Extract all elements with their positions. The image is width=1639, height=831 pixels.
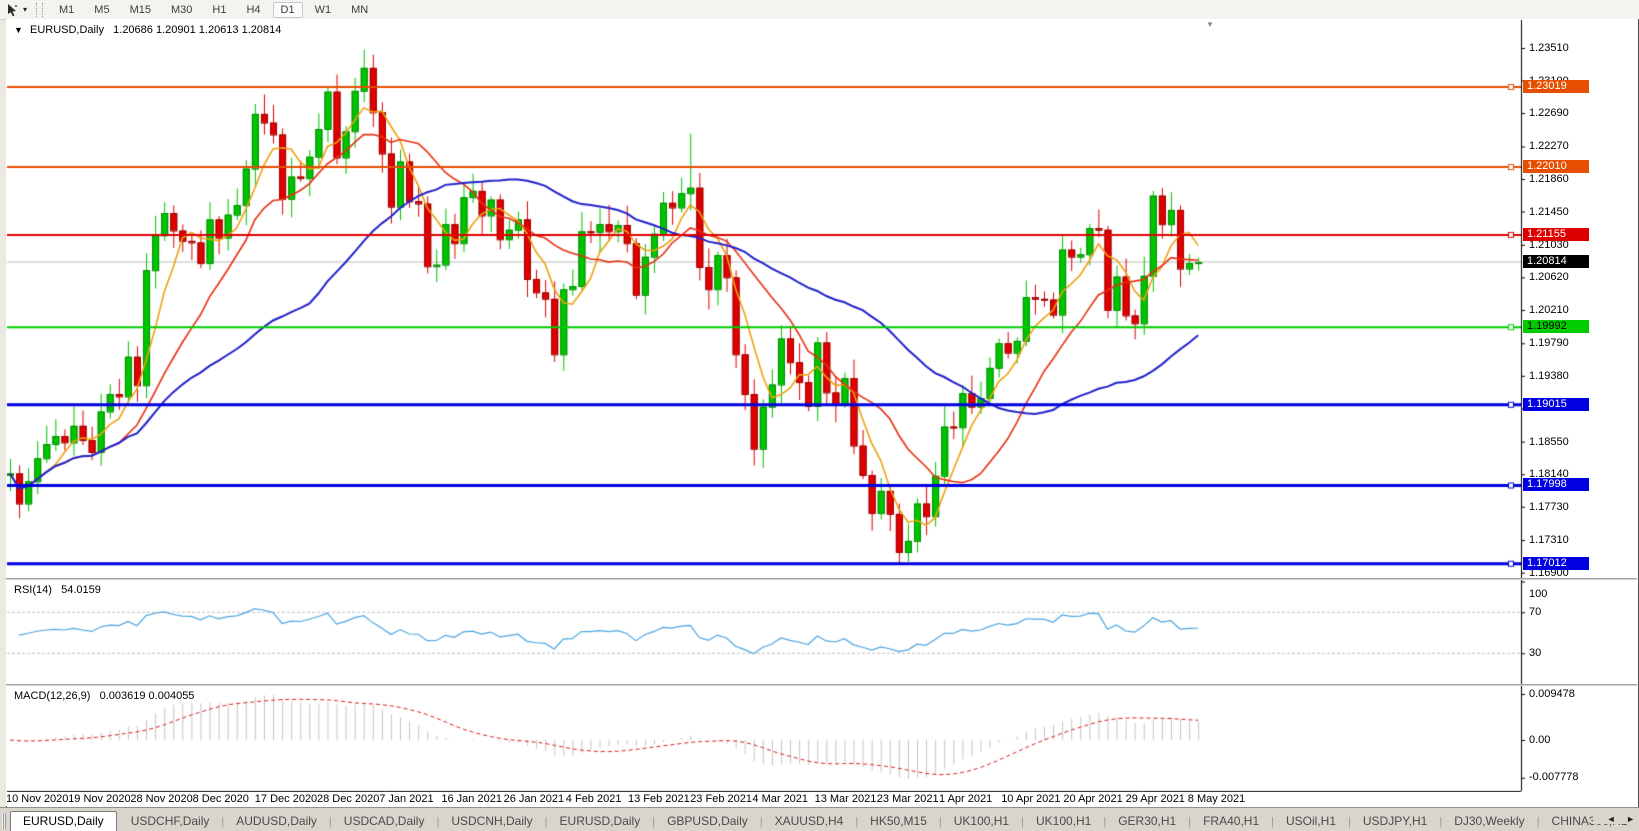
chart-ohlc-values: 1.20686 1.20901 1.20613 1.20814 [113, 24, 281, 36]
symbol-tab-uk100-h1[interactable]: UK100,H1 [942, 812, 1021, 831]
macd-pane-label: MACD(12,26,9) 0.003619 0.004055 [14, 690, 194, 702]
price-level-tag-1.19015: 1.19015 [1523, 398, 1589, 411]
date-axis-label: 16 Jan 2021 [441, 793, 502, 805]
symbol-tab-uk100-h1[interactable]: UK100,H1 [1024, 812, 1103, 831]
rsi-axis-label: 30 [1529, 647, 1541, 659]
symbol-tab-hk50-m15[interactable]: HK50,M15 [858, 812, 939, 831]
date-axis-label: 26 Jan 2021 [504, 793, 565, 805]
price-tick-label: 1.21450 [1529, 206, 1569, 218]
symbol-tab-usdjpy-h1[interactable]: USDJPY,H1 [1351, 812, 1439, 831]
macd-indicator-values: 0.003619 0.004055 [100, 690, 195, 702]
price-tick-label: 1.21860 [1529, 173, 1569, 185]
tab-scroll-right-icon[interactable]: ► [1626, 814, 1635, 824]
rsi-axis-label: 100 [1529, 588, 1547, 600]
timeframe-button-h1[interactable]: H1 [204, 2, 234, 18]
price-tick-label: 1.19790 [1529, 337, 1569, 349]
price-level-tag-1.19992: 1.19992 [1523, 320, 1589, 333]
rsi-axis-label: 70 [1529, 606, 1541, 618]
date-axis-label: 1 Apr 2021 [939, 793, 992, 805]
date-axis-label: 4 Mar 2021 [752, 793, 808, 805]
price-tick-label: 1.22270 [1529, 140, 1569, 152]
collapse-chart-icon[interactable]: ▼ [14, 25, 23, 35]
timeframe-button-w1[interactable]: W1 [307, 2, 340, 18]
symbol-tab-eurusd-daily[interactable]: EURUSD,Daily [10, 811, 117, 831]
macd-axis-zero: 0.00 [1529, 734, 1550, 746]
symbol-tab-xauusd-h4[interactable]: XAUUSD,H4 [763, 812, 856, 831]
top-toolbar: ▾ M1M5 M15M30H1H4 D1W1MN [0, 0, 1639, 20]
date-axis-label: 17 Dec 2020 [255, 793, 317, 805]
rsi-indicator-name: RSI(14) [14, 584, 52, 596]
tab-scroll-buttons: ◄ ► [1593, 814, 1635, 824]
date-axis-label: 28 Nov 2020 [130, 793, 192, 805]
chart-canvas[interactable] [6, 19, 1638, 793]
price-tick-label: 1.20210 [1529, 304, 1569, 316]
date-axis-label: 23 Mar 2021 [877, 793, 939, 805]
rsi-indicator-value: 54.0159 [61, 584, 101, 596]
timeframe-button-h4[interactable]: H4 [238, 2, 268, 18]
symbol-tab-dj30-weekly[interactable]: DJ30,Weekly [1442, 812, 1536, 831]
date-axis-label: 23 Feb 2021 [690, 793, 752, 805]
date-axis-label: 10 Nov 2020 [6, 793, 68, 805]
tabbar-grip [2, 813, 6, 829]
date-axis-label: 4 Feb 2021 [566, 793, 622, 805]
toolbar-grip [36, 3, 43, 17]
symbol-tab-usoil-h1[interactable]: USOil,H1 [1274, 812, 1348, 831]
price-tick-label: 1.23510 [1529, 42, 1569, 54]
timeframe-button-m30[interactable]: M30 [163, 2, 200, 18]
date-axis-label: 8 May 2021 [1188, 793, 1245, 805]
macd-axis-min: -0.007778 [1529, 771, 1579, 783]
timeframe-button-m15[interactable]: M15 [122, 2, 159, 18]
price-level-tag-1.23019: 1.23019 [1523, 80, 1589, 93]
date-axis-label: 10 Apr 2021 [1001, 793, 1060, 805]
chart-cursor-icon[interactable] [4, 2, 22, 17]
date-axis-label: 28 Dec 2020 [317, 793, 379, 805]
timeframe-button-d1[interactable]: D1 [273, 2, 303, 18]
price-level-tag-1.17998: 1.17998 [1523, 478, 1589, 491]
pane-splitter-macd[interactable] [6, 684, 1637, 686]
date-axis-label: 20 Apr 2021 [1063, 793, 1122, 805]
price-tick-label: 1.17730 [1529, 501, 1569, 513]
chart-tabs: EURUSD,DailyUSDCHF,Daily|AUDUSD,Daily|US… [8, 811, 1639, 831]
rsi-pane-label: RSI(14) 54.0159 [14, 584, 101, 596]
date-axis: 10 Nov 202019 Nov 202028 Nov 20208 Dec 2… [6, 792, 1521, 806]
symbol-tab-eurusd-daily[interactable]: EURUSD,Daily [548, 812, 653, 831]
timeframe-button-m5[interactable]: M5 [86, 2, 117, 18]
price-tick-label: 1.17310 [1529, 534, 1569, 546]
date-axis-label: 29 Apr 2021 [1126, 793, 1185, 805]
tab-scroll-left-icon[interactable]: ◄ [1607, 814, 1616, 824]
macd-axis-max: 0.009478 [1529, 688, 1575, 700]
symbol-tab-fra40-h1[interactable]: FRA40,H1 [1191, 812, 1271, 831]
date-axis-label: 8 Dec 2020 [193, 793, 249, 805]
date-axis-label: 7 Jan 2021 [379, 793, 433, 805]
symbol-tab-usdcad-daily[interactable]: USDCAD,Daily [332, 812, 437, 831]
price-level-tag-1.17012: 1.17012 [1523, 557, 1589, 570]
price-tick-label: 1.22690 [1529, 107, 1569, 119]
chart-symbol-label: EURUSD,Daily [30, 24, 104, 36]
price-level-tag-1.22010: 1.22010 [1523, 160, 1589, 173]
price-level-tag-1.21155: 1.21155 [1523, 228, 1589, 241]
price-tick-label: 1.18550 [1529, 436, 1569, 448]
symbol-tab-audusd-daily[interactable]: AUDUSD,Daily [224, 812, 329, 831]
date-axis-label: 13 Mar 2021 [815, 793, 877, 805]
chart-title: ▼ EURUSD,Daily 1.20686 1.20901 1.20613 1… [14, 24, 281, 36]
symbol-tab-ger30-h1[interactable]: GER30,H1 [1106, 812, 1188, 831]
price-tick-label: 1.19380 [1529, 370, 1569, 382]
date-axis-label: 13 Feb 2021 [628, 793, 690, 805]
timeframe-button-mn[interactable]: MN [343, 2, 376, 18]
price-tick-label: 1.20620 [1529, 271, 1569, 283]
chart-tab-bar: EURUSD,DailyUSDCHF,Daily|AUDUSD,Daily|US… [0, 807, 1639, 831]
symbol-tab-usdcnh-daily[interactable]: USDCNH,Daily [439, 812, 544, 831]
pane-splitter-rsi[interactable] [6, 578, 1637, 580]
macd-indicator-name: MACD(12,26,9) [14, 690, 90, 702]
chart-shift-marker-icon[interactable]: ▼ [1206, 20, 1214, 29]
date-axis-label: 19 Nov 2020 [68, 793, 130, 805]
symbol-tab-usdchf-daily[interactable]: USDCHF,Daily [119, 812, 222, 831]
price-level-tag-1.20814: 1.20814 [1523, 255, 1589, 268]
cursor-dropdown-caret[interactable]: ▾ [23, 5, 27, 14]
timeframe-button-m1[interactable]: M1 [51, 2, 82, 18]
timeframe-buttons: M1M5 M15M30H1H4 D1W1MN [49, 2, 378, 18]
symbol-tab-gbpusd-daily[interactable]: GBPUSD,Daily [655, 812, 760, 831]
